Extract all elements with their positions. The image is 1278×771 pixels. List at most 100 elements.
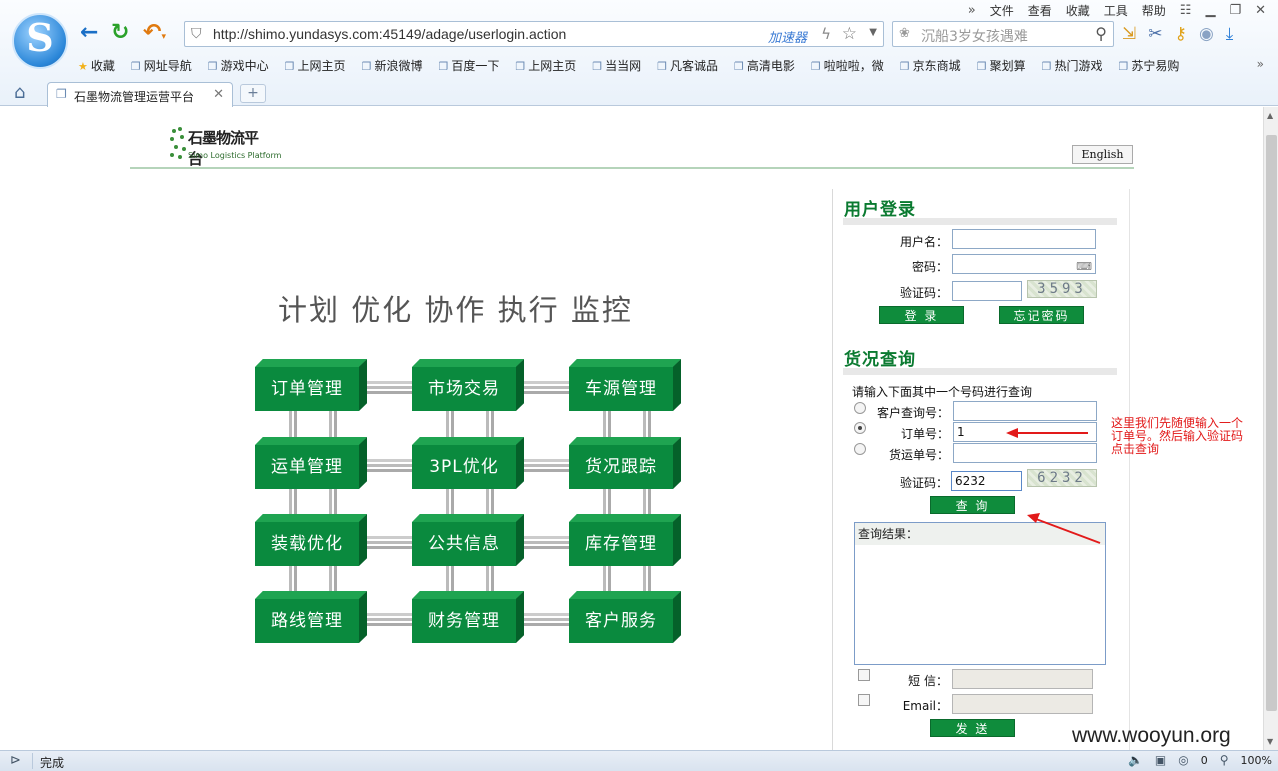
- bookmark-item[interactable]: 苏宁易购: [1118, 57, 1179, 74]
- lightning-icon[interactable]: ϟ: [821, 25, 831, 43]
- username-input[interactable]: [952, 229, 1096, 249]
- bookmark-item[interactable]: 新浪微博: [362, 57, 422, 74]
- radio-customer-no[interactable]: [854, 402, 866, 414]
- password-input[interactable]: ⌨: [952, 254, 1096, 274]
- home-icon[interactable]: ⌂: [14, 82, 25, 103]
- module-market-trading[interactable]: 市场交易: [412, 359, 524, 411]
- menu-file[interactable]: 文件: [990, 2, 1014, 19]
- connector: [361, 386, 413, 389]
- bookmark-item[interactable]: 啦啦啦，微: [811, 57, 884, 74]
- more-menu-icon[interactable]: »: [968, 3, 976, 18]
- module-route-management[interactable]: 路线管理: [255, 591, 367, 643]
- search-box[interactable]: ❀ 沉船3岁女孩遇难 ⚲: [892, 21, 1114, 47]
- forgot-password-button[interactable]: 忘记密码: [999, 306, 1084, 324]
- zoom-icon[interactable]: ⚲: [1220, 753, 1229, 767]
- module-public-information[interactable]: 公共信息: [412, 514, 524, 566]
- radio-order-no[interactable]: [854, 422, 866, 434]
- login-captcha-image[interactable]: 3593: [1027, 280, 1097, 298]
- module-order-management[interactable]: 订单管理: [255, 359, 367, 411]
- address-dropdown-icon[interactable]: ▼: [869, 27, 877, 38]
- browser-chrome: » 文件 查看 收藏 工具 帮助 ☷ ▁ ❐ ✕ ← ↻ ↶▾ ⛉ http:/…: [0, 0, 1278, 107]
- email-checkbox[interactable]: [858, 694, 870, 706]
- bookmark-item[interactable]: 聚划算: [977, 57, 1026, 74]
- download-manager-icon[interactable]: ⇲: [1122, 24, 1136, 44]
- email-input: [952, 694, 1093, 714]
- new-tab-button[interactable]: +: [240, 84, 266, 103]
- send-button[interactable]: 发 送: [930, 719, 1015, 737]
- bookmark-item[interactable]: 上网主页: [515, 57, 576, 74]
- refresh-icon[interactable]: ↻: [111, 22, 129, 44]
- more-tools-icon[interactable]: ◉: [1199, 24, 1214, 44]
- address-bar[interactable]: ⛉ http://shimo.yundasys.com:45149/adage/…: [184, 21, 884, 47]
- site-logo: 石墨物流平台 Simo Logistics Platform: [168, 125, 281, 168]
- scroll-thumb[interactable]: [1266, 135, 1277, 711]
- adblock-icon[interactable]: ◎: [1178, 753, 1188, 767]
- module-vehicle-management[interactable]: 车源管理: [569, 359, 681, 411]
- accelerator-link[interactable]: 加速器: [768, 27, 807, 46]
- skin-icon[interactable]: ☷: [1180, 3, 1192, 18]
- login-captcha-input[interactable]: [952, 281, 1022, 301]
- zoom-level[interactable]: 100%: [1241, 754, 1272, 767]
- search-placeholder[interactable]: 沉船3岁女孩遇难: [921, 26, 1028, 46]
- close-tab-icon[interactable]: ✕: [213, 87, 224, 102]
- close-window-icon[interactable]: ✕: [1255, 3, 1266, 18]
- english-button[interactable]: English: [1072, 145, 1133, 164]
- camera-icon[interactable]: ▣: [1155, 753, 1166, 767]
- sms-checkbox[interactable]: [858, 669, 870, 681]
- menu-help[interactable]: 帮助: [1142, 2, 1166, 19]
- connector: [518, 541, 570, 544]
- vertical-scrollbar[interactable]: ▲ ▼: [1263, 107, 1278, 750]
- download-icon[interactable]: ⤓: [1226, 24, 1234, 44]
- bookmark-item[interactable]: 京东商城: [900, 57, 961, 74]
- password-label: 密码：: [911, 260, 948, 274]
- tab-active[interactable]: ❐ 石墨物流管理运营平台 ✕: [47, 82, 233, 107]
- module-finance-management[interactable]: 财务管理: [412, 591, 524, 643]
- connector: [361, 618, 413, 621]
- tab-bar: ⌂ ❐ 石墨物流管理运营平台 ✕ +: [0, 80, 1278, 107]
- volume-icon[interactable]: 🔈: [1128, 753, 1143, 767]
- keyboard-icon[interactable]: ⌨: [1076, 258, 1092, 276]
- bookmark-item[interactable]: 高清电影: [734, 57, 795, 74]
- bookmark-item[interactable]: 游戏中心: [208, 57, 269, 74]
- menu-tools[interactable]: 工具: [1104, 2, 1128, 19]
- menu-favorites[interactable]: 收藏: [1066, 2, 1090, 19]
- bookmarks-more-icon[interactable]: »: [1257, 57, 1264, 71]
- module-loading-optimization[interactable]: 装载优化: [255, 514, 367, 566]
- sidebar-toggle-icon[interactable]: ⊳: [10, 753, 21, 768]
- favorite-star-icon[interactable]: ☆: [842, 24, 857, 44]
- minimize-icon[interactable]: ▁: [1205, 3, 1215, 18]
- radio-waybill-no[interactable]: [854, 443, 866, 455]
- scroll-up-icon[interactable]: ▲: [1267, 111, 1273, 120]
- menu-view[interactable]: 查看: [1028, 2, 1052, 19]
- bookmark-item[interactable]: 当当网: [592, 57, 641, 74]
- connector: [518, 386, 570, 389]
- email-label: Email：: [902, 699, 948, 713]
- module-waybill-management[interactable]: 运单管理: [255, 437, 367, 489]
- scissors-icon[interactable]: ✂: [1148, 24, 1162, 44]
- module-cargo-tracking[interactable]: 货况跟踪: [569, 437, 681, 489]
- module-label: 市场交易: [412, 367, 516, 411]
- module-inventory-management[interactable]: 库存管理: [569, 514, 681, 566]
- back-arrow-icon[interactable]: ←: [80, 22, 98, 44]
- search-engine-icon[interactable]: ❀: [899, 26, 910, 41]
- status-text: 完成: [40, 756, 65, 770]
- bookmark-item[interactable]: 百度一下: [438, 57, 499, 74]
- bookmark-item[interactable]: 热门游戏: [1042, 57, 1102, 74]
- key-icon[interactable]: ⚷: [1175, 24, 1187, 44]
- module-customer-service[interactable]: 客户服务: [569, 591, 681, 643]
- restore-icon[interactable]: ❐: [1229, 3, 1241, 18]
- bookmark-item[interactable]: 收藏: [78, 57, 115, 74]
- module-label: 客户服务: [569, 599, 673, 643]
- module-3pl-optimization[interactable]: 3PL优化: [412, 437, 524, 489]
- bookmark-item[interactable]: 上网主页: [285, 57, 346, 74]
- bookmark-item[interactable]: 凡客诚品: [657, 57, 718, 74]
- username-label: 用户名：: [899, 235, 948, 249]
- search-icon[interactable]: ⚲: [1095, 24, 1107, 43]
- bookmark-item[interactable]: 网址导航: [131, 57, 192, 74]
- scroll-down-icon[interactable]: ▼: [1267, 737, 1273, 746]
- undo-icon[interactable]: ↶▾: [143, 22, 166, 48]
- login-button[interactable]: 登 录: [879, 306, 964, 324]
- login-title-bar: [843, 218, 1117, 225]
- address-url[interactable]: http://shimo.yundasys.com:45149/adage/us…: [213, 26, 566, 42]
- module-label: 库存管理: [569, 522, 673, 566]
